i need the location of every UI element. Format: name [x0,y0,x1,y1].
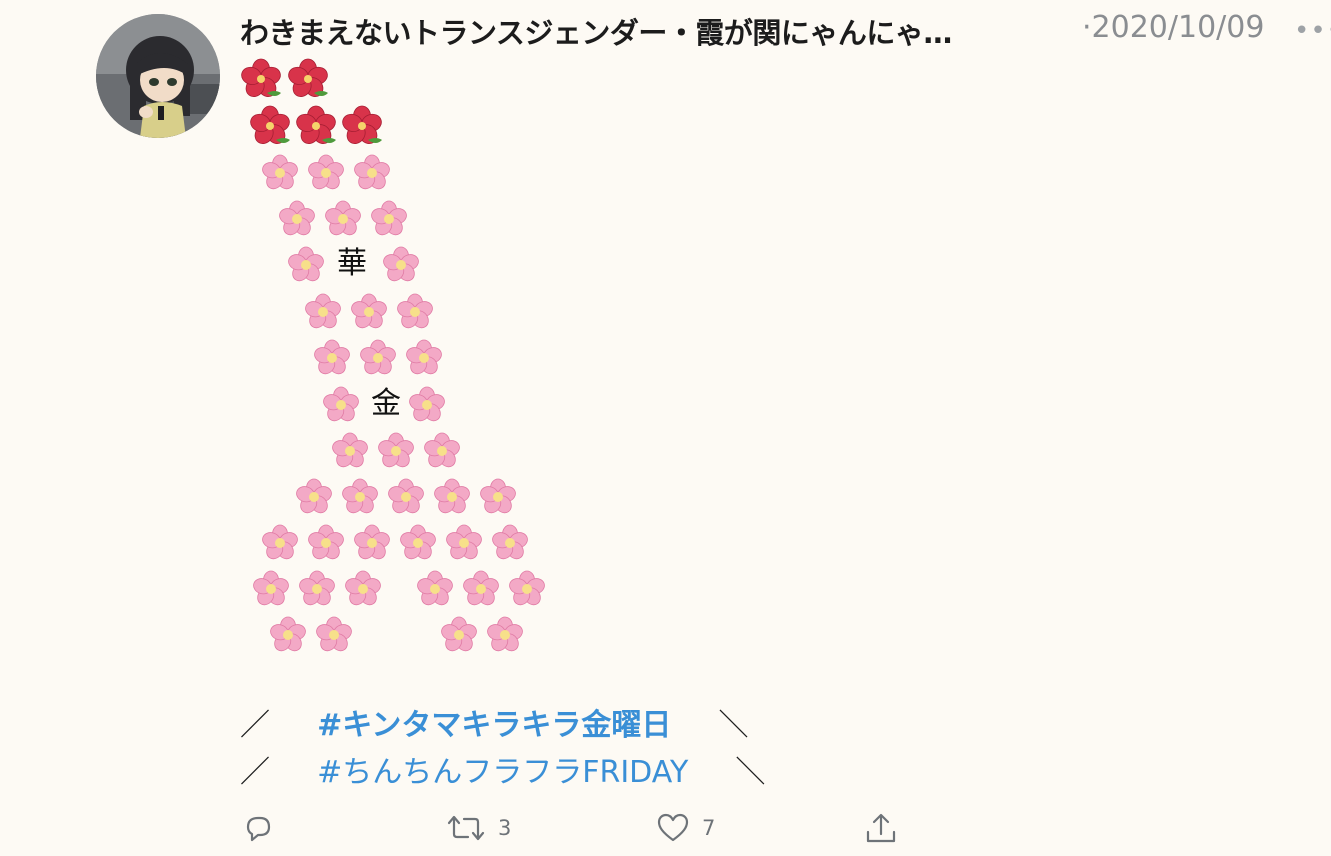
cherry-blossom-emoji-icon [484,614,526,660]
cherry-blossom-emoji-icon [305,152,347,198]
figurine-avatar-icon [96,14,220,138]
cherry-blossom-emoji-icon [296,568,338,614]
cherry-blossom-emoji-icon [380,244,422,290]
retweet-icon [447,815,485,841]
cherry-blossom-emoji-icon [339,476,381,522]
cherry-blossom-emoji-icon [460,568,502,614]
reply-icon [246,816,271,842]
hibiscus-emoji-icon [240,58,282,104]
timestamp[interactable]: ·2020/10/09 [1082,10,1264,45]
cherry-blossom-emoji-icon [322,198,364,244]
avatar[interactable] [96,14,220,138]
cherry-blossom-emoji-icon [348,291,390,337]
cherry-blossom-emoji-icon [431,476,473,522]
cherry-blossom-emoji-icon [285,244,327,290]
cherry-blossom-emoji-icon [394,291,436,337]
cherry-blossom-emoji-icon [267,614,309,660]
display-name[interactable]: わきまえないトランスジェンダー・霞が関にゃんにゃ… [240,10,952,52]
art-glyph-2: 金 [371,386,401,421]
cherry-blossom-emoji-icon [477,476,519,522]
cherry-blossom-emoji-icon [276,198,318,244]
hibiscus-emoji-icon [295,105,337,151]
cherry-blossom-emoji-icon [320,384,362,430]
cherry-blossom-emoji-icon [397,522,439,568]
cherry-blossom-emoji-icon [368,198,410,244]
share-icon [866,813,896,843]
cherry-blossom-emoji-icon [403,337,445,383]
retweet-button[interactable]: 3 [446,812,511,844]
slash-close: ＼ [718,708,749,743]
heart-icon [657,813,689,842]
hibiscus-emoji-icon [249,105,291,151]
cherry-blossom-emoji-icon [342,568,384,614]
like-button[interactable]: 7 [656,812,715,844]
like-count: 7 [702,816,716,840]
cherry-blossom-emoji-icon [293,476,335,522]
retweet-count: 3 [498,816,512,840]
share-button[interactable] [864,812,898,846]
cherry-blossom-emoji-icon [385,476,427,522]
cherry-blossom-emoji-icon [259,152,301,198]
cherry-blossom-emoji-icon [329,430,371,476]
cherry-blossom-emoji-icon [351,522,393,568]
cherry-blossom-emoji-icon [421,430,463,476]
slash-open: ／ [240,708,270,743]
cherry-blossom-emoji-icon [305,522,347,568]
cherry-blossom-emoji-icon [375,430,417,476]
hashtag-line-2: ／ #ちんちんフラフラFRIDAY ＼ [240,756,765,790]
hashtag-link-friday[interactable]: #ちんちんフラフラFRIDAY [317,755,688,790]
cherry-blossom-emoji-icon [259,522,301,568]
cherry-blossom-emoji-icon [357,337,399,383]
cherry-blossom-emoji-icon [313,614,355,660]
cherry-blossom-emoji-icon [414,568,456,614]
cherry-blossom-emoji-icon [250,568,292,614]
hashtag-line-1: ／ #キンタマキラキラ金曜日 ＼ [240,709,748,743]
cherry-blossom-emoji-icon [311,337,353,383]
cherry-blossom-emoji-icon [438,614,480,660]
slash-open: ／ [240,755,270,790]
more-horizontal-icon[interactable]: ••• [1294,18,1331,44]
hibiscus-emoji-icon [341,105,383,151]
cherry-blossom-emoji-icon [351,152,393,198]
art-glyph-1: 華 [337,246,367,281]
cherry-blossom-emoji-icon [302,291,344,337]
cherry-blossom-emoji-icon [443,522,485,568]
cherry-blossom-emoji-icon [489,522,531,568]
cherry-blossom-emoji-icon [406,384,448,430]
cherry-blossom-emoji-icon [506,568,548,614]
slash-close: ＼ [735,755,766,790]
tweet: わきまえないトランスジェンダー・霞が関にゃんにゃ… ·2020/10/09 ••… [0,0,1331,856]
hibiscus-emoji-icon [287,58,329,104]
hashtag-link-kintama[interactable]: #キンタマキラキラ金曜日 [317,708,671,743]
reply-button[interactable] [242,812,274,844]
